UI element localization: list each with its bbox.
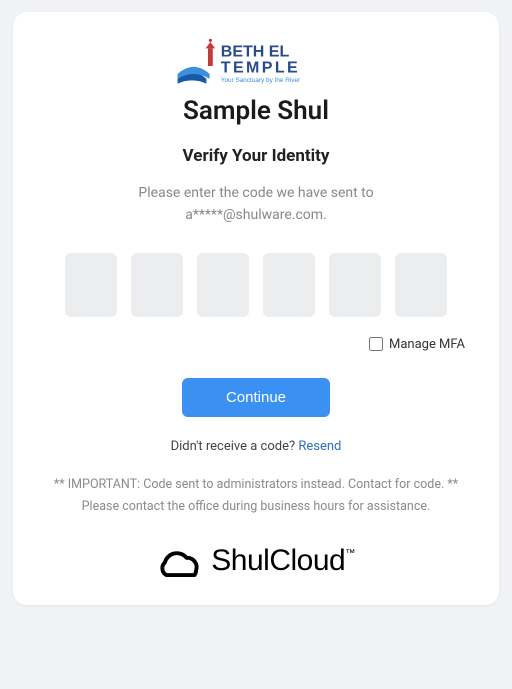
mfa-card: BETH EL TEMPLE Your Sanctuary by the Riv… xyxy=(13,12,499,605)
instruction-line2: a*****@shulware.com. xyxy=(185,207,327,223)
instruction-line1: Please enter the code we have sent to xyxy=(138,185,373,201)
continue-button[interactable]: Continue xyxy=(182,378,330,417)
verify-title: Verify Your Identity xyxy=(41,146,471,166)
manage-mfa-row: Manage MFA xyxy=(41,337,471,352)
trademark-symbol: ™ xyxy=(345,548,355,559)
footer-brand-name: ShulCloud xyxy=(211,544,345,577)
footer-brand-text: ShulCloud™ xyxy=(211,544,354,578)
resend-link[interactable]: Resend xyxy=(298,439,341,454)
admin-notice: ** IMPORTANT: Code sent to administrator… xyxy=(41,474,471,519)
org-name: Sample Shul xyxy=(41,96,471,126)
svg-text:TEMPLE: TEMPLE xyxy=(221,59,300,76)
org-logo: BETH EL TEMPLE Your Sanctuary by the Riv… xyxy=(41,34,471,90)
instruction-text: Please enter the code we have sent to a*… xyxy=(41,182,471,227)
resend-row: Didn't receive a code? Resend xyxy=(41,439,471,454)
cloud-icon xyxy=(157,541,207,581)
manage-mfa-label[interactable]: Manage MFA xyxy=(389,337,465,352)
code-input-group xyxy=(41,253,471,317)
code-digit-1[interactable] xyxy=(65,253,117,317)
code-digit-6[interactable] xyxy=(395,253,447,317)
svg-text:Your Sanctuary by the River: Your Sanctuary by the River xyxy=(221,77,301,84)
code-digit-2[interactable] xyxy=(131,253,183,317)
code-digit-4[interactable] xyxy=(263,253,315,317)
code-digit-3[interactable] xyxy=(197,253,249,317)
code-digit-5[interactable] xyxy=(329,253,381,317)
beth-el-temple-logo-icon: BETH EL TEMPLE Your Sanctuary by the Riv… xyxy=(176,34,336,90)
resend-prompt: Didn't receive a code? xyxy=(171,439,296,454)
footer-logo: ShulCloud™ xyxy=(41,541,471,581)
svg-text:BETH EL: BETH EL xyxy=(221,43,290,60)
manage-mfa-checkbox[interactable] xyxy=(369,337,383,351)
